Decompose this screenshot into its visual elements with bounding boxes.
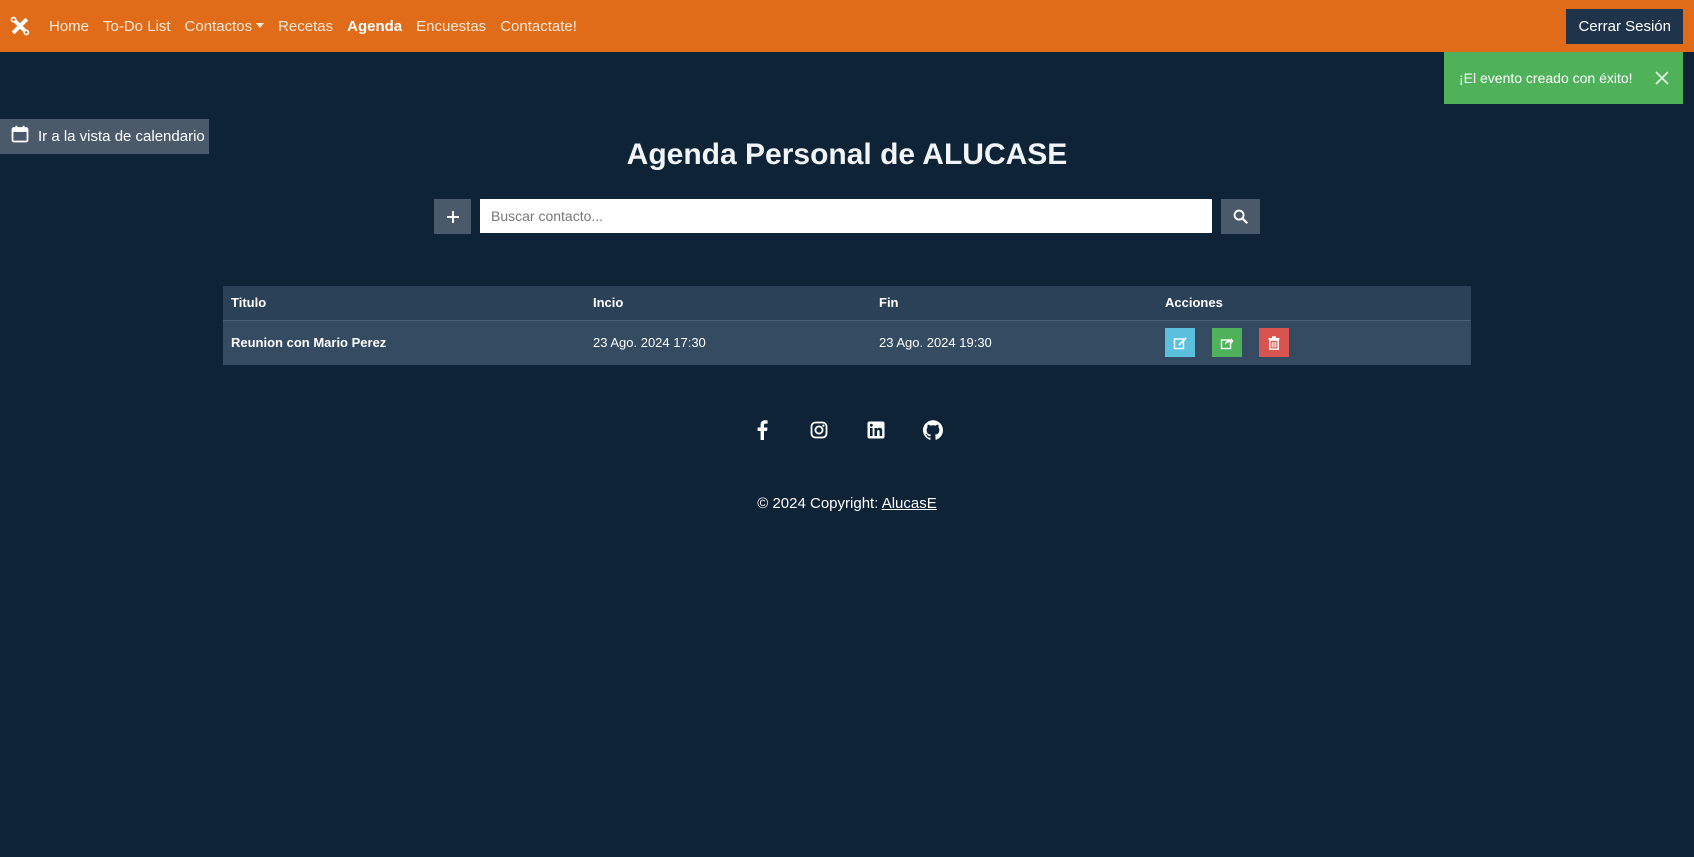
share-button[interactable]: [1212, 328, 1242, 358]
brand-tools-icon[interactable]: [0, 0, 40, 52]
nav-contactate[interactable]: Contactate!: [500, 18, 577, 35]
facebook-icon[interactable]: [751, 419, 773, 441]
nav-contactos-dropdown[interactable]: Contactos: [185, 18, 265, 35]
delete-button[interactable]: [1259, 328, 1289, 358]
close-icon[interactable]: [1653, 69, 1671, 87]
event-end: 23 Ago. 2024 19:30: [871, 320, 1157, 365]
copyright-link[interactable]: AlucasE: [882, 495, 937, 512]
nav-encuestas[interactable]: Encuestas: [416, 18, 486, 35]
toast-message: ¡El evento creado con éxito!: [1459, 70, 1633, 86]
copyright: © 2024 Copyright: AlucasE: [0, 495, 1694, 512]
plus-icon: [446, 210, 459, 223]
nav-recetas[interactable]: Recetas: [278, 18, 333, 35]
trash-icon: [1268, 336, 1280, 350]
copyright-text: © 2024 Copyright:: [757, 495, 882, 512]
github-icon[interactable]: [922, 419, 944, 441]
linkedin-icon[interactable]: [865, 419, 887, 441]
search-button[interactable]: [1221, 199, 1260, 234]
nav-items: Home To-Do List Contactos Recetas Agenda…: [42, 18, 584, 35]
search-input[interactable]: [480, 199, 1212, 233]
edit-button[interactable]: [1165, 328, 1195, 358]
edit-icon: [1173, 337, 1187, 349]
table-header-row: Titulo Incio Fin Acciones: [223, 286, 1471, 321]
event-title: Reunion con Mario Perez: [223, 320, 585, 365]
header-titulo: Titulo: [223, 286, 585, 321]
page-title: Agenda Personal de ALUCASE: [626, 138, 1068, 171]
nav-agenda[interactable]: Agenda: [347, 18, 402, 35]
header-fin: Fin: [871, 286, 1157, 321]
navbar: Home To-Do List Contactos Recetas Agenda…: [0, 0, 1694, 52]
instagram-icon[interactable]: [808, 419, 830, 441]
chevron-down-icon: [256, 22, 265, 28]
share-icon: [1220, 337, 1234, 349]
event-start: 23 Ago. 2024 17:30: [585, 320, 871, 365]
nav-home[interactable]: Home: [49, 18, 89, 35]
header-acciones: Acciones: [1157, 286, 1471, 321]
search-icon: [1233, 209, 1248, 224]
nav-todo-list[interactable]: To-Do List: [103, 18, 171, 35]
logout-button[interactable]: Cerrar Sesión: [1566, 9, 1683, 44]
event-actions: [1157, 320, 1471, 365]
success-toast: ¡El evento creado con éxito!: [1444, 52, 1683, 104]
events-table: Titulo Incio Fin Acciones Reunion con Ma…: [223, 286, 1471, 365]
header-incio: Incio: [585, 286, 871, 321]
social-links: [0, 419, 1694, 441]
nav-contactos-label: Contactos: [184, 17, 253, 35]
add-event-button[interactable]: [434, 199, 471, 234]
table-row: Reunion con Mario Perez 23 Ago. 2024 17:…: [223, 320, 1471, 365]
